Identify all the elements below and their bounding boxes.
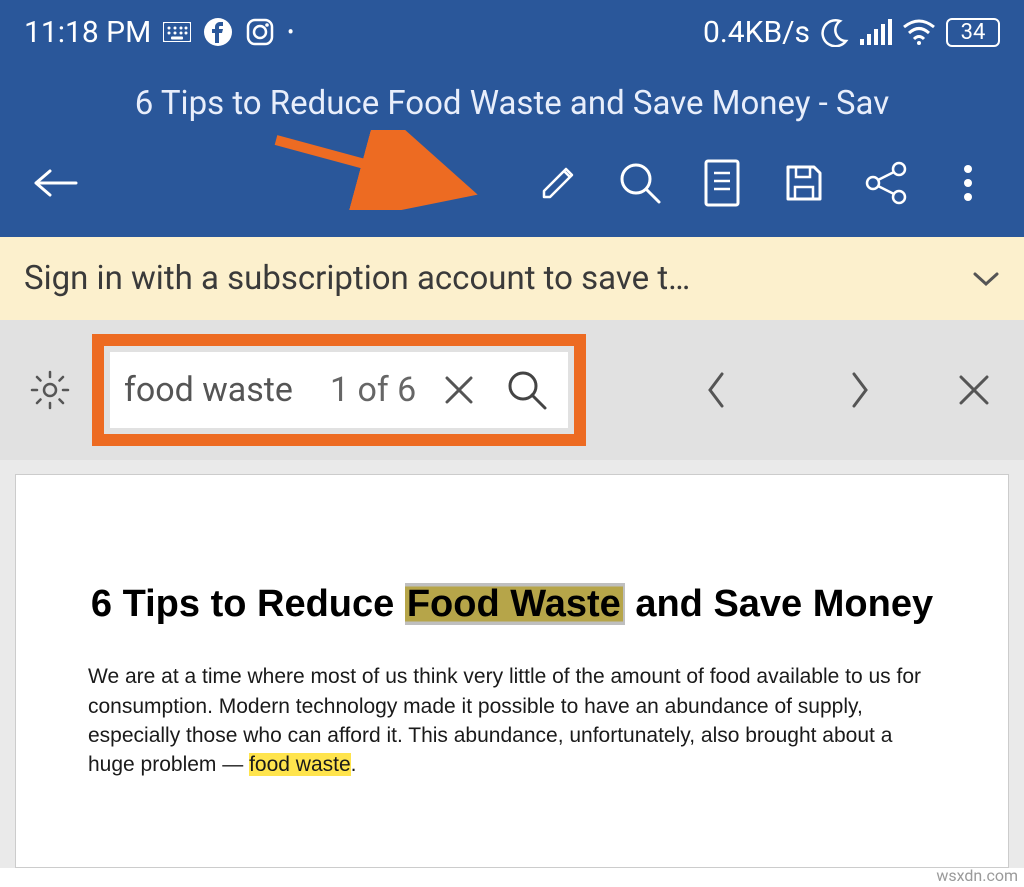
keyboard-icon [163,22,191,42]
doc-body-paragraph: We are at a time where most of us think … [88,662,936,780]
chevron-down-icon [972,262,1000,295]
heading-highlight-wrap: Food Waste [405,583,625,625]
search-input[interactable] [124,370,314,410]
doc-heading: 6 Tips to Reduce Food Waste and Save Mon… [88,579,936,630]
back-button[interactable] [20,147,92,219]
heading-pre: 6 Tips to Reduce [91,583,405,625]
status-right: 0.4KB/s 34 [703,15,1000,50]
document-viewport[interactable]: 6 Tips to Reduce Food Waste and Save Mon… [0,460,1024,868]
instagram-icon [245,17,275,47]
more-button[interactable] [932,147,1004,219]
watermark: wsxdn.com [936,866,1018,885]
find-bar: 1 of 6 [0,320,1024,460]
dot-icon: • [287,20,294,44]
moon-icon [820,17,850,47]
banner-text: Sign in with a subscription account to s… [24,259,690,298]
document-title: 6 Tips to Reduce Food Waste and Save Mon… [135,84,889,123]
body-post: . [351,753,357,776]
search-result-count: 1 of 6 [322,370,424,410]
status-bar: 11:18 PM • 0.4KB/s 34 [0,0,1024,64]
save-button[interactable] [768,147,840,219]
battery-indicator: 34 [946,18,1000,47]
heading-post: and Save Money [625,583,933,625]
search-clear-button[interactable] [432,363,486,417]
facebook-icon [203,17,233,47]
signal-icon [860,19,892,45]
wifi-icon [902,19,936,45]
search-box: 1 of 6 [110,352,568,428]
body-pre: We are at a time where most of us think … [88,665,921,776]
data-rate: 0.4KB/s [703,15,810,50]
document-title-bar: 6 Tips to Reduce Food Waste and Save Mon… [0,64,1024,137]
find-next-button[interactable] [828,358,892,422]
share-button[interactable] [850,147,922,219]
find-close-button[interactable] [942,358,1006,422]
find-settings-button[interactable] [18,358,82,422]
search-button[interactable] [604,147,676,219]
status-left: 11:18 PM • [24,15,294,50]
main-toolbar [0,137,1024,237]
status-time: 11:18 PM [24,15,151,50]
reading-view-button[interactable] [686,147,758,219]
search-go-button[interactable] [500,363,554,417]
body-highlight: food waste [249,753,351,776]
search-box-highlight: 1 of 6 [92,334,586,446]
heading-highlight: Food Waste [405,583,623,625]
find-prev-button[interactable] [684,358,748,422]
signin-banner[interactable]: Sign in with a subscription account to s… [0,237,1024,320]
edit-button[interactable] [522,147,594,219]
document-page: 6 Tips to Reduce Food Waste and Save Mon… [15,474,1009,868]
